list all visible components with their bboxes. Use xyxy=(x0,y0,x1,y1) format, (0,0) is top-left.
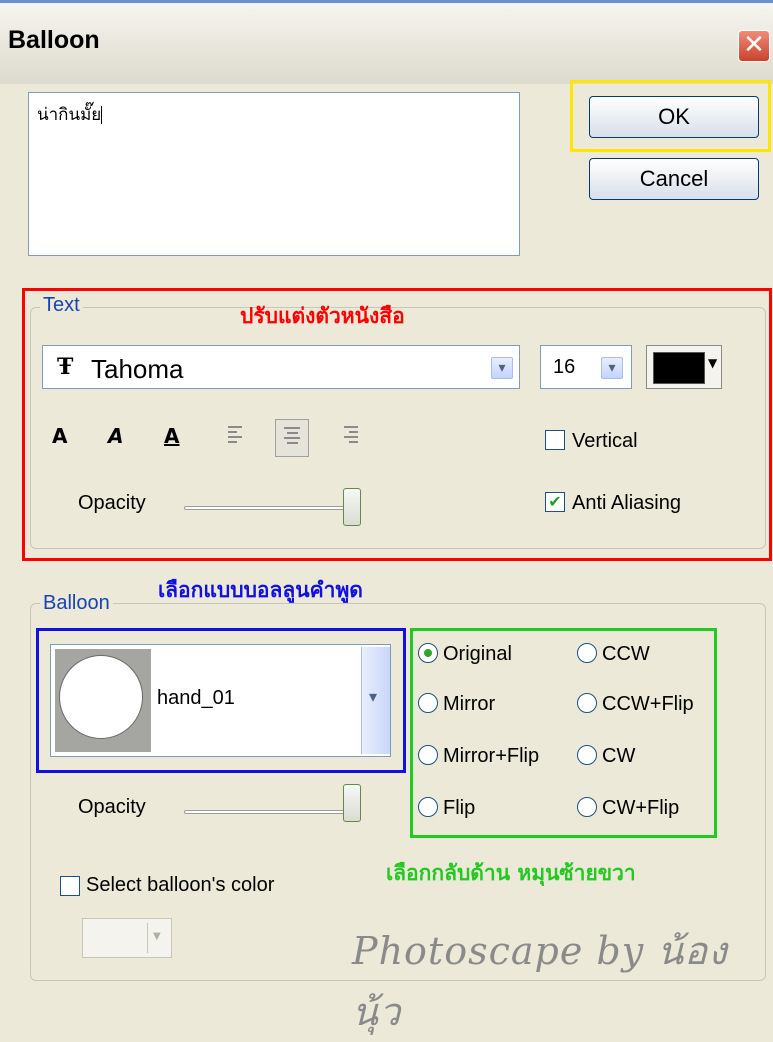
vertical-label: Vertical xyxy=(572,430,638,452)
text-color-swatch xyxy=(653,352,705,384)
anti-aliasing-label: Anti Aliasing xyxy=(572,492,681,514)
balloon-opacity-slider[interactable] xyxy=(184,810,360,814)
balloon-shape-icon xyxy=(59,655,143,739)
radio-mirror[interactable] xyxy=(418,693,438,713)
vertical-checkbox[interactable] xyxy=(545,430,565,450)
text-annotation: ปรับแต่งตัวหนังสือ xyxy=(240,304,405,328)
title-bar xyxy=(0,0,773,84)
radio-ccw-flip[interactable] xyxy=(577,693,597,713)
balloon-style-select[interactable]: hand_01 ▾ xyxy=(50,644,391,757)
text-opacity-label: Opacity xyxy=(78,492,146,514)
close-button[interactable]: ✕ xyxy=(738,30,770,62)
text-opacity-slider[interactable] xyxy=(184,506,360,510)
text-opacity-thumb[interactable] xyxy=(343,488,361,526)
radio-ccw-label: CCW xyxy=(602,643,650,665)
radio-original-label: Original xyxy=(443,643,512,665)
picker-divider xyxy=(147,923,148,953)
caret-down-icon: ▼ xyxy=(708,356,718,370)
radio-cw-label: CW xyxy=(602,745,636,767)
underline-button[interactable]: A xyxy=(164,424,179,448)
balloon-text-value: น่ากินมั๊ย xyxy=(37,105,102,125)
balloon-thumbnail xyxy=(55,649,151,752)
select-balloon-color-label: Select balloon's color xyxy=(86,874,275,896)
radio-mirror-flip-label: Mirror+Flip xyxy=(443,745,540,767)
balloon-style-name: hand_01 xyxy=(157,687,235,709)
font-size-select[interactable]: 16 ▾ xyxy=(540,345,632,389)
align-left-button[interactable] xyxy=(226,423,248,451)
italic-button[interactable]: A xyxy=(108,424,123,448)
align-center-button[interactable] xyxy=(275,419,309,457)
balloon-opacity-label: Opacity xyxy=(78,796,146,818)
radio-cw[interactable] xyxy=(577,745,597,765)
text-color-picker[interactable]: ▼ xyxy=(646,345,722,389)
radio-flip-label: Flip xyxy=(443,797,476,819)
radio-ccw-flip-label: CCW+Flip xyxy=(602,693,694,715)
balloon-opacity-thumb[interactable] xyxy=(343,784,361,822)
chevron-down-icon: ▾ xyxy=(369,687,378,706)
radio-mirror-flip[interactable] xyxy=(418,745,438,765)
balloon-color-picker[interactable]: ▼ xyxy=(82,918,172,958)
align-right-button[interactable] xyxy=(338,423,360,451)
anti-aliasing-checkbox[interactable]: ✔ xyxy=(545,492,565,512)
balloon-style-annotation: เลือกแบบบอลลูนคำพูด xyxy=(158,578,363,602)
orientation-annotation: เลือกกลับด้าน หมุนซ้ายขวา xyxy=(386,861,636,885)
window-title: Balloon xyxy=(8,26,100,54)
font-select[interactable]: Ŧ Tahoma ▾ xyxy=(42,345,520,389)
watermark-text: Photoscape by น้องนุ้ว xyxy=(352,929,728,1034)
radio-mirror-label: Mirror xyxy=(443,693,496,715)
balloon-style-scrollbar[interactable]: ▾ xyxy=(361,647,390,754)
chevron-down-icon[interactable]: ▾ xyxy=(491,357,513,379)
radio-original[interactable] xyxy=(418,643,438,663)
caret-down-icon: ▼ xyxy=(153,931,161,942)
select-balloon-color-checkbox[interactable] xyxy=(60,876,80,896)
ok-button[interactable]: OK xyxy=(589,96,759,138)
bold-button[interactable]: A xyxy=(52,424,67,448)
truetype-icon: Ŧ xyxy=(57,354,74,380)
radio-flip[interactable] xyxy=(418,797,438,817)
radio-cw-flip[interactable] xyxy=(577,797,597,817)
balloon-text-input[interactable]: น่ากินมั๊ย xyxy=(28,92,520,256)
text-caret xyxy=(101,106,103,124)
font-name: Tahoma xyxy=(91,354,184,384)
balloon-group-legend: Balloon xyxy=(40,592,113,615)
radio-cw-flip-label: CW+Flip xyxy=(602,797,680,819)
chevron-down-icon[interactable]: ▾ xyxy=(601,357,623,379)
radio-ccw[interactable] xyxy=(577,643,597,663)
font-size-value: 16 xyxy=(553,356,576,378)
cancel-button[interactable]: Cancel xyxy=(589,158,759,200)
